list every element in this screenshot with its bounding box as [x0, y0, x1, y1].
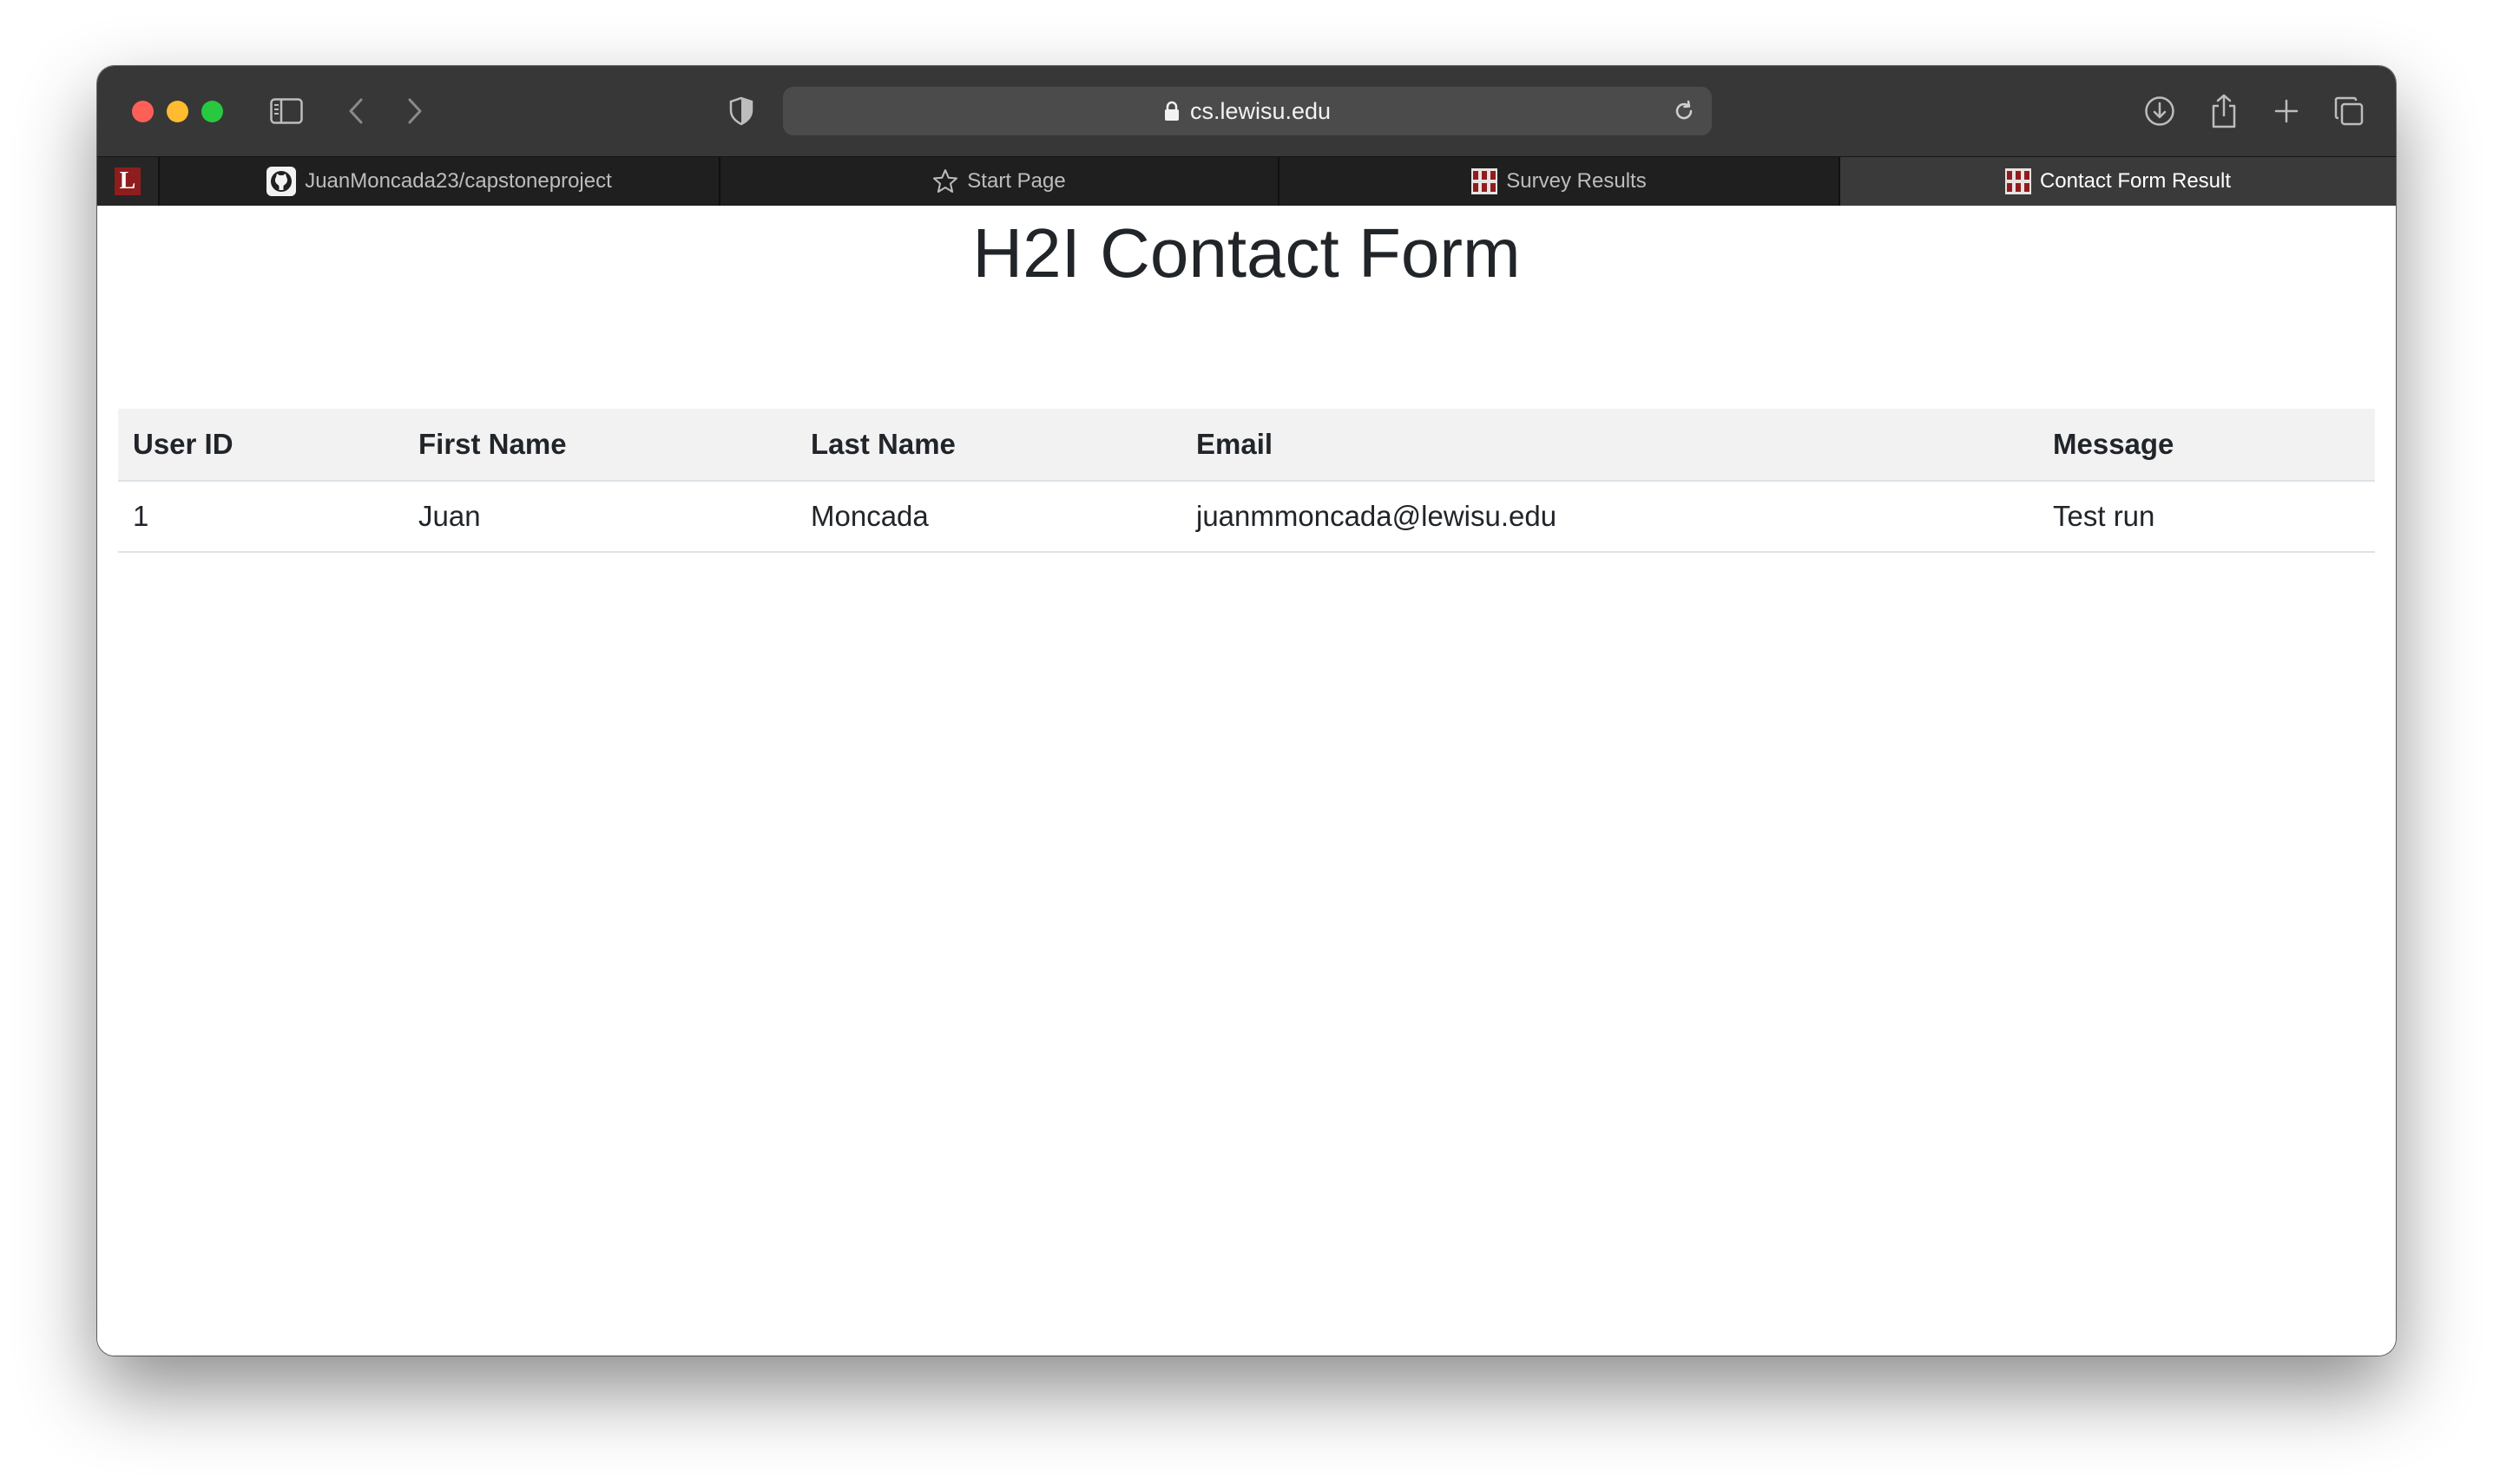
tab-label: JuanMoncada23/capstoneproject: [305, 169, 612, 193]
sidebar-toggle-icon[interactable]: [267, 92, 306, 130]
url-text: cs.lewisu.edu: [1189, 97, 1332, 124]
tab-contact-form-result[interactable]: Contact Form Result: [1840, 157, 2396, 206]
table-row: 1 Juan Moncada juanmmoncada@lewisu.edu T…: [118, 481, 2375, 553]
tab-start-page[interactable]: Start Page: [720, 157, 1279, 206]
table-header-row: User ID First Name Last Name Email Messa…: [118, 409, 2375, 482]
column-header-user-id: User ID: [118, 409, 404, 482]
column-header-message: Message: [2038, 409, 2375, 482]
tab-label: Start Page: [967, 169, 1066, 193]
address-bar[interactable]: cs.lewisu.edu: [783, 87, 1712, 135]
star-icon: [932, 168, 958, 194]
column-header-email: Email: [1181, 409, 2038, 482]
forward-arrow-icon[interactable]: [398, 92, 432, 130]
desktop: cs.lewisu.edu L JuanMoncada23/capstonepr…: [0, 0, 2493, 1484]
close-window-button[interactable]: [132, 101, 154, 122]
tab-label: Survey Results: [1506, 169, 1647, 193]
cell-user-id: 1: [118, 481, 404, 553]
cell-message: Test run: [2038, 481, 2375, 553]
privacy-shield-icon[interactable]: [724, 92, 759, 130]
page-content: H2I Contact Form User ID First Name Last…: [97, 206, 2396, 1356]
back-arrow-icon[interactable]: [339, 92, 373, 130]
pinned-tab[interactable]: L: [97, 157, 160, 206]
minimize-window-button[interactable]: [167, 101, 188, 122]
downloads-icon[interactable]: [2141, 92, 2179, 130]
tab-overview-icon[interactable]: [2330, 92, 2368, 130]
reload-icon[interactable]: [1672, 99, 1696, 123]
cell-first-name: Juan: [404, 481, 796, 553]
site-favicon-icon: [2004, 168, 2031, 194]
tab-bar: L JuanMoncada23/capstoneproject Start Pa…: [97, 156, 2396, 206]
share-icon[interactable]: [2205, 92, 2243, 130]
cell-last-name: Moncada: [796, 481, 1181, 553]
browser-window: cs.lewisu.edu L JuanMoncada23/capstonepr…: [97, 66, 2396, 1356]
tab-github[interactable]: JuanMoncada23/capstoneproject: [160, 157, 720, 206]
column-header-first-name: First Name: [404, 409, 796, 482]
tab-survey-results[interactable]: Survey Results: [1279, 157, 1840, 206]
tab-label: Contact Form Result: [2039, 169, 2232, 193]
new-tab-plus-icon[interactable]: [2267, 92, 2306, 130]
contact-table: User ID First Name Last Name Email Messa…: [118, 409, 2375, 553]
column-header-last-name: Last Name: [796, 409, 1181, 482]
browser-toolbar: cs.lewisu.edu: [97, 66, 2396, 156]
cell-email: juanmmoncada@lewisu.edu: [1181, 481, 2038, 553]
page-title: H2I Contact Form: [972, 214, 1521, 292]
site-favicon-icon: [1471, 168, 1498, 194]
zoom-window-button[interactable]: [201, 101, 223, 122]
lock-icon: [1164, 101, 1180, 121]
github-icon: [266, 167, 297, 196]
lewis-logo-icon: L: [115, 167, 141, 195]
